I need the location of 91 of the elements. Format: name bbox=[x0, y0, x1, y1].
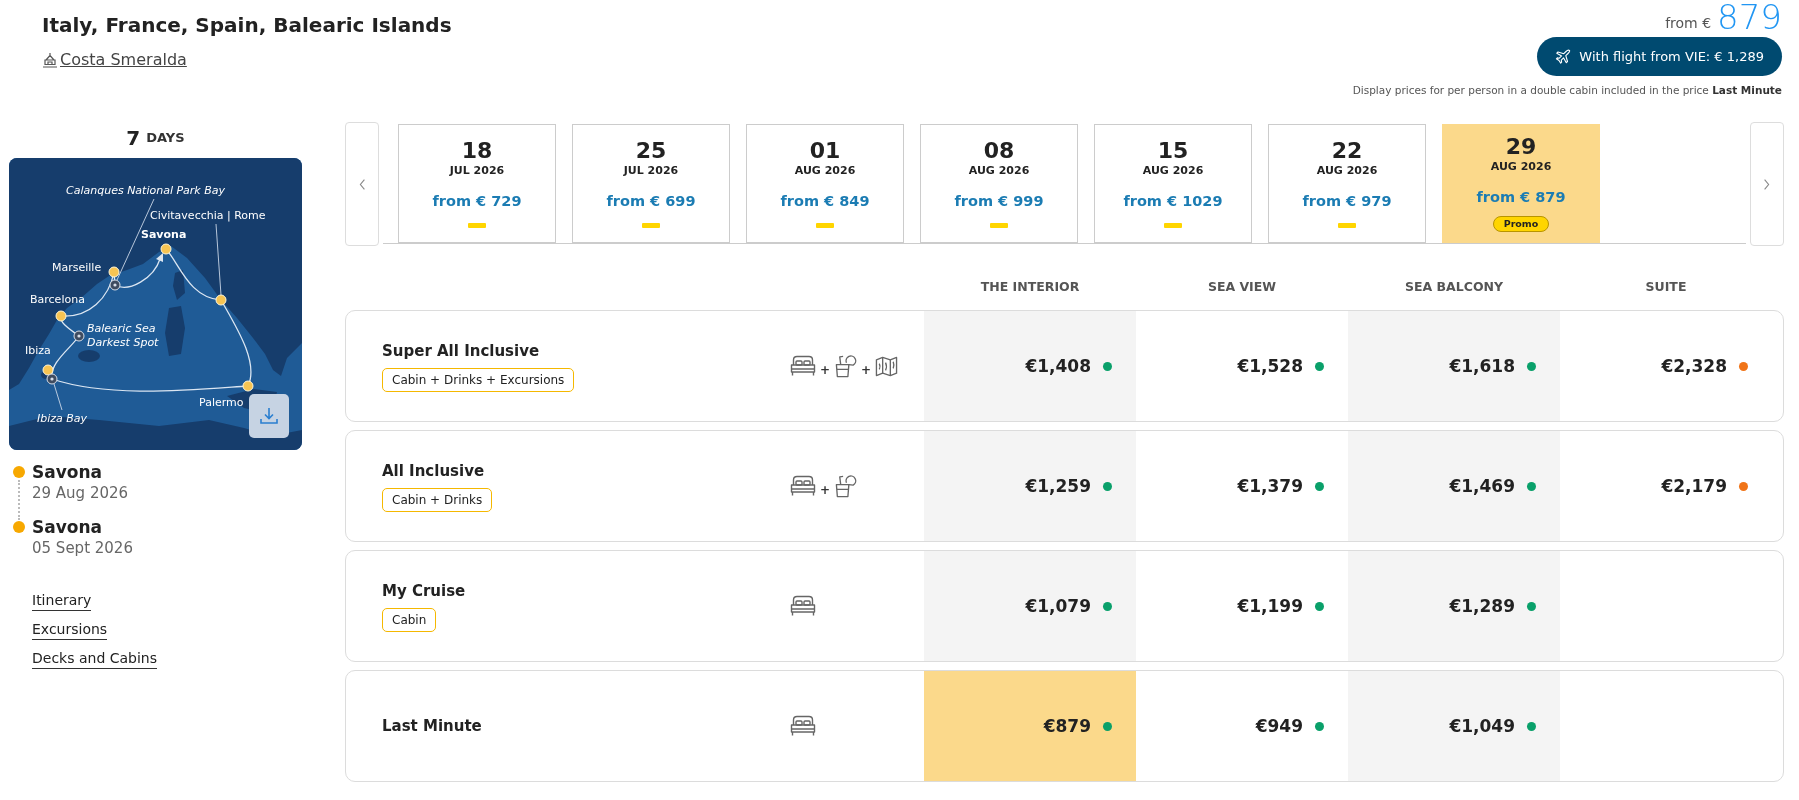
price-cell[interactable]: €1,618 bbox=[1348, 311, 1560, 421]
port-marker-icon bbox=[215, 294, 227, 306]
dash-icon bbox=[1164, 223, 1182, 228]
drink-icon bbox=[834, 354, 858, 378]
stop-dot-icon bbox=[13, 521, 25, 533]
from-price: 879 bbox=[1717, 0, 1782, 34]
section-link[interactable]: Excursions bbox=[32, 619, 108, 640]
fare-name: All Inclusive bbox=[382, 460, 485, 481]
section-link[interactable]: Decks and Cabins bbox=[32, 648, 158, 669]
dash-icon bbox=[816, 223, 834, 228]
fare-tag: Cabin + Drinks + Excursions bbox=[382, 367, 575, 392]
column-header: SEA VIEW bbox=[1207, 278, 1277, 294]
map-label: Palermo bbox=[199, 396, 244, 410]
previous-dates-button[interactable] bbox=[345, 122, 379, 246]
excursion-marker-icon bbox=[109, 279, 121, 291]
price-cell[interactable]: €1,408 bbox=[924, 311, 1136, 421]
fare-name: Last Minute bbox=[382, 716, 482, 736]
dash-icon bbox=[642, 223, 660, 228]
column-header: THE INTERIOR bbox=[980, 278, 1080, 294]
port-date: 05 Sept 2026 bbox=[32, 538, 133, 558]
departure-date-tab[interactable]: 22 AUG 2026 from € 979 bbox=[1268, 124, 1426, 243]
map-label: Calanques National Park Bay bbox=[66, 184, 226, 198]
departure-date-tab[interactable]: 18 JUL 2026 from € 729 bbox=[398, 124, 556, 243]
excursion-marker-icon bbox=[46, 373, 58, 385]
price-cell[interactable]: €1,259 bbox=[924, 431, 1136, 541]
bed-icon bbox=[790, 595, 816, 617]
port-marker-icon bbox=[160, 243, 172, 255]
bed-icon bbox=[790, 355, 816, 377]
flight-button[interactable]: With flight from VIE: € 1,289 bbox=[1537, 37, 1782, 76]
column-header: SEA BALCONY bbox=[1404, 278, 1503, 294]
download-icon bbox=[259, 406, 279, 426]
cruise-title: Italy, France, Spain, Balearic Islands bbox=[42, 12, 452, 39]
port-date: 29 Aug 2026 bbox=[32, 483, 129, 503]
chevron-right-icon bbox=[1763, 177, 1771, 191]
departure-date-tab[interactable]: 25 JUL 2026 from € 699 bbox=[572, 124, 730, 243]
download-button[interactable] bbox=[249, 394, 289, 438]
map-label: Ibiza Bay bbox=[37, 412, 88, 426]
duration-unit: DAYS bbox=[146, 129, 185, 147]
fare-tag: Cabin + Drinks bbox=[382, 487, 493, 512]
price-cell[interactable]: €1,469 bbox=[1348, 431, 1560, 541]
departure-date-tab[interactable]: 29 AUG 2026 from € 879 Promo bbox=[1442, 124, 1600, 243]
section-link[interactable]: Itinerary bbox=[32, 590, 92, 611]
price-cell[interactable]: €1,079 bbox=[924, 551, 1136, 661]
price-cell[interactable]: €1,049 bbox=[1348, 671, 1560, 781]
map-label: Balearic Sea Darkest Spot bbox=[87, 322, 160, 350]
map-label: Savona bbox=[141, 228, 187, 242]
port-name: Savona bbox=[32, 516, 103, 538]
departure-date-tab[interactable]: 01 AUG 2026 from € 849 bbox=[746, 124, 904, 243]
house-icon bbox=[42, 52, 58, 68]
column-header: SUITE bbox=[1645, 278, 1687, 294]
fare-name: My Cruise bbox=[382, 580, 466, 601]
plus-sign: + bbox=[820, 363, 831, 377]
island-shape bbox=[165, 306, 185, 356]
map-label: Marseille bbox=[52, 261, 102, 275]
price-cell[interactable]: €879 bbox=[924, 671, 1136, 781]
map-icon bbox=[875, 354, 899, 378]
port-marker-icon bbox=[242, 380, 254, 392]
island-shape bbox=[78, 350, 100, 362]
island-shape bbox=[173, 270, 185, 300]
port-name: Savona bbox=[32, 461, 103, 483]
port-marker-icon bbox=[42, 364, 54, 376]
duration-number: 7 bbox=[126, 126, 141, 150]
fare-name: Super All Inclusive bbox=[382, 340, 540, 361]
bed-icon bbox=[790, 475, 816, 497]
bed-icon bbox=[790, 715, 816, 737]
fare-tag: Cabin bbox=[382, 607, 437, 632]
chevron-left-icon bbox=[358, 177, 366, 191]
stop-dot-icon bbox=[13, 466, 25, 478]
dash-icon bbox=[1338, 223, 1356, 228]
map-label: Barcelona bbox=[30, 293, 85, 307]
ship-link[interactable]: Costa Smeralda bbox=[42, 49, 187, 71]
from-label: from € bbox=[1665, 14, 1712, 33]
next-dates-button[interactable] bbox=[1750, 122, 1784, 246]
drink-icon bbox=[834, 474, 858, 498]
map-label: Ibiza bbox=[25, 344, 51, 358]
plus-sign: + bbox=[820, 483, 831, 497]
airplane-icon bbox=[1555, 48, 1572, 65]
promo-badge: Promo bbox=[1492, 216, 1550, 232]
leader-line bbox=[53, 383, 63, 411]
port-marker-icon bbox=[55, 310, 67, 322]
price-cell[interactable]: €1,289 bbox=[1348, 551, 1560, 661]
timeline-connector bbox=[18, 480, 20, 520]
excursion-marker-icon bbox=[73, 330, 85, 342]
price-disclaimer: Display prices for per person in a double cabin included in the price Last Minute bbox=[1352, 83, 1782, 98]
departure-date-tab[interactable]: 08 AUG 2026 from € 999 bbox=[920, 124, 1078, 243]
dash-icon bbox=[990, 223, 1008, 228]
departure-date-tab[interactable]: 15 AUG 2026 from € 1029 bbox=[1094, 124, 1252, 243]
dash-icon bbox=[468, 223, 486, 228]
plus-sign: + bbox=[861, 363, 872, 377]
map-label: Civitavecchia | Rome bbox=[150, 209, 266, 223]
port-marker-icon bbox=[108, 266, 120, 278]
